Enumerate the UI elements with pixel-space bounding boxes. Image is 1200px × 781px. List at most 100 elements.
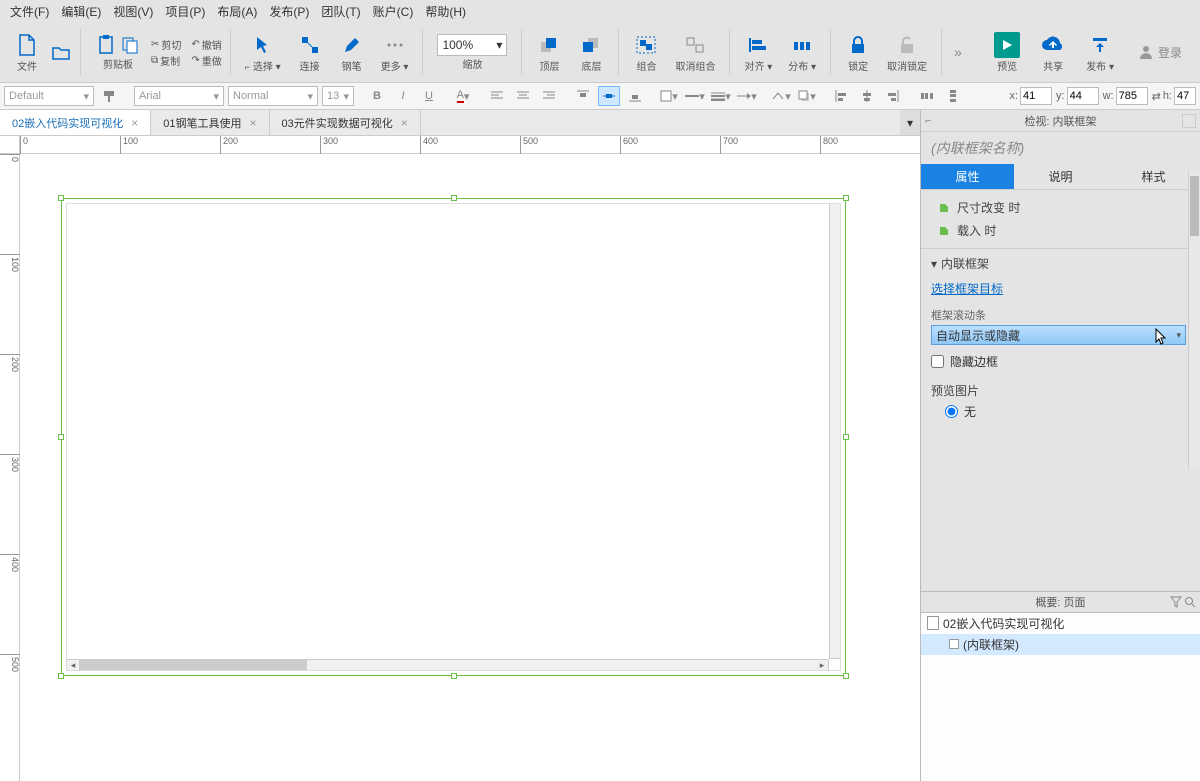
pen-tool[interactable]: 钢笔 xyxy=(333,32,371,73)
arrow-style-button[interactable]: ▾ xyxy=(736,86,758,106)
resize-handle[interactable] xyxy=(843,195,849,201)
collapse-icon[interactable]: ⌐ xyxy=(925,115,931,127)
copy-icon[interactable] xyxy=(119,34,141,56)
widget-name-input[interactable]: (内联框架名称) xyxy=(921,132,1200,164)
filter-icon[interactable] xyxy=(1170,596,1182,608)
italic-button[interactable]: I xyxy=(392,86,414,106)
back-button[interactable]: 底层 xyxy=(572,32,610,73)
menu-publish[interactable]: 发布(P) xyxy=(263,1,315,22)
connect-tool[interactable]: 连接 xyxy=(291,32,329,73)
valign-top-button[interactable] xyxy=(572,86,594,106)
lock-aspect-icon[interactable]: ⇄ xyxy=(1152,90,1161,103)
outer-align-center-button[interactable] xyxy=(856,86,878,106)
style-select[interactable]: Default▾ xyxy=(4,86,94,106)
tab-properties[interactable]: 属性 xyxy=(921,164,1014,190)
canvas[interactable]: ◂ ▸ xyxy=(20,154,920,781)
x-input[interactable] xyxy=(1020,87,1052,105)
cut-button[interactable]: ✂剪切 xyxy=(151,37,181,52)
scroll-behavior-select[interactable]: 自动显示或隐藏 ▾ xyxy=(931,325,1186,345)
align-right-button[interactable] xyxy=(538,86,560,106)
checkbox-icon[interactable] xyxy=(949,639,959,649)
bold-button[interactable]: B xyxy=(366,86,388,106)
ungroup-button[interactable]: 取消组合 xyxy=(669,32,721,73)
align-left-button[interactable] xyxy=(486,86,508,106)
line-width-button[interactable]: ▾ xyxy=(710,86,732,106)
outline-frame-row[interactable]: (内联框架) xyxy=(921,634,1200,655)
resize-handle[interactable] xyxy=(451,195,457,201)
align-button[interactable]: 对齐 ▾ xyxy=(738,32,778,73)
close-icon[interactable]: × xyxy=(401,116,408,130)
paint-format-icon[interactable] xyxy=(98,86,120,106)
group-button[interactable]: 组合 xyxy=(627,32,665,73)
valign-middle-button[interactable] xyxy=(598,86,620,106)
open-file-icon[interactable] xyxy=(50,41,72,63)
select-tool[interactable]: ⌐ 选择 ▾ xyxy=(239,32,287,73)
tab-03[interactable]: 03元件实现数据可视化× xyxy=(270,110,421,135)
zoom-select[interactable]: 100%▾ xyxy=(437,34,507,56)
inspector-scrollbar[interactable] xyxy=(1188,172,1200,469)
dist-h-button[interactable] xyxy=(916,86,938,106)
w-input[interactable] xyxy=(1116,87,1148,105)
menu-account[interactable]: 账户(C) xyxy=(367,1,420,22)
close-icon[interactable]: × xyxy=(131,116,138,130)
text-color-button[interactable]: A▾ xyxy=(452,86,474,106)
file-group[interactable]: 文件 xyxy=(8,32,46,73)
weight-select[interactable]: Normal▾ xyxy=(228,86,318,106)
unlock-button[interactable]: 取消锁定 xyxy=(881,32,933,73)
publish-button[interactable]: 发布 ▾ xyxy=(1080,32,1120,73)
tab-style[interactable]: 样式 xyxy=(1107,164,1200,190)
frame-hscroll[interactable]: ◂ ▸ xyxy=(66,659,829,671)
copy-button[interactable]: ⧉复制 xyxy=(151,53,181,68)
overflow-button[interactable]: » xyxy=(950,44,966,60)
redo-button[interactable]: ↷重做 xyxy=(191,53,221,68)
outline-page-row[interactable]: 02嵌入代码实现可视化 xyxy=(921,613,1200,634)
resize-handle[interactable] xyxy=(451,673,457,679)
underline-button[interactable]: U xyxy=(418,86,440,106)
distribute-button[interactable]: 分布 ▾ xyxy=(782,32,822,73)
resize-handle[interactable] xyxy=(843,673,849,679)
menu-view[interactable]: 视图(V) xyxy=(107,1,159,22)
align-center-button[interactable] xyxy=(512,86,534,106)
resize-handle[interactable] xyxy=(58,195,64,201)
h-input[interactable] xyxy=(1174,87,1196,105)
login-button[interactable]: 登录 xyxy=(1128,44,1192,61)
line-style-button[interactable]: ▾ xyxy=(684,86,706,106)
more-tool[interactable]: 更多 ▾ xyxy=(375,32,415,73)
search-icon[interactable] xyxy=(1184,596,1196,608)
inline-frame-widget[interactable]: ◂ ▸ xyxy=(61,198,846,676)
hide-border-checkbox[interactable]: 隐藏边框 xyxy=(921,349,1200,374)
valign-bottom-button[interactable] xyxy=(624,86,646,106)
tab-notes[interactable]: 说明 xyxy=(1014,164,1107,190)
tabs-dropdown[interactable]: ▾ xyxy=(900,110,920,135)
outer-align-right-button[interactable] xyxy=(882,86,904,106)
y-input[interactable] xyxy=(1067,87,1099,105)
line-color-button[interactable]: ▾ xyxy=(770,86,792,106)
menu-project[interactable]: 项目(P) xyxy=(159,1,211,22)
scroll-right-icon[interactable]: ▸ xyxy=(816,660,828,670)
lock-button[interactable]: 锁定 xyxy=(839,32,877,73)
menu-file[interactable]: 文件(F) xyxy=(4,1,55,22)
close-icon[interactable]: × xyxy=(250,116,257,130)
front-button[interactable]: 顶层 xyxy=(530,32,568,73)
frame-vscroll[interactable] xyxy=(829,203,841,659)
menu-layout[interactable]: 布局(A) xyxy=(211,1,263,22)
size-select[interactable]: 13▾ xyxy=(322,86,354,106)
radio-none[interactable]: 无 xyxy=(921,401,1200,422)
dist-v-button[interactable] xyxy=(942,86,964,106)
scroll-left-icon[interactable]: ◂ xyxy=(67,660,79,670)
resize-handle[interactable] xyxy=(58,434,64,440)
menu-help[interactable]: 帮助(H) xyxy=(419,1,472,22)
font-select[interactable]: Arial▾ xyxy=(134,86,224,106)
menu-team[interactable]: 团队(T) xyxy=(315,1,366,22)
resize-handle[interactable] xyxy=(58,673,64,679)
event-load[interactable]: 载入 时 xyxy=(937,219,1190,242)
select-frame-target-link[interactable]: 选择框架目标 xyxy=(931,282,1003,296)
outer-align-left-button[interactable] xyxy=(830,86,852,106)
section-inline-frame[interactable]: ▾ 内联框架 xyxy=(921,248,1200,278)
preview-button[interactable]: 预览 xyxy=(988,32,1026,73)
page-icon[interactable] xyxy=(1182,114,1196,128)
tab-02[interactable]: 02嵌入代码实现可视化× xyxy=(0,110,151,135)
event-resize[interactable]: 尺寸改变 时 xyxy=(937,196,1190,219)
share-button[interactable]: 共享 xyxy=(1034,32,1072,73)
resize-handle[interactable] xyxy=(843,434,849,440)
